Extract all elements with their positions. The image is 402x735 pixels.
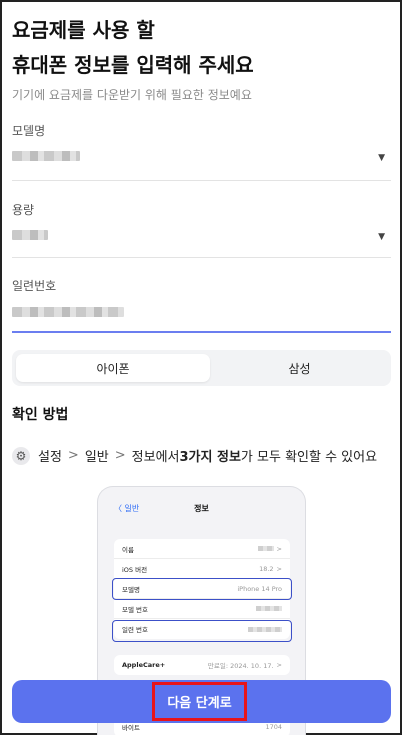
guide-step-info-pre: 정보에서 [131,450,180,465]
phone-row-label: 모델 번호 [122,605,148,614]
serial-label: 일련번호 [12,279,57,293]
model-label: 모델명 [12,124,46,138]
guide-instruction: ⚙ 설정 > 일반 > 정보에서 3가지 정보 가 모두 확인할 수 있어요 [12,446,377,465]
phone-row-model-number: 모델 번호 [114,599,290,619]
phone-row-value: 만료일: 2024. 10. 17. > [207,661,282,670]
phone-row-value: iPhone 14 Pro [237,584,282,593]
serial-value-redacted [12,307,124,317]
capacity-divider [12,257,391,258]
chevron-right-icon: > [67,448,79,463]
phone-row-value [256,606,282,611]
page-title-line1: 요금제를 사용 할 [12,18,155,42]
guide-step-general: 일반 [84,450,109,465]
phone-row-ios: iOS 버전 18.2 > [114,559,290,579]
phone-row-label: iOS 버전 [122,565,148,574]
phone-row-value: 1704 [265,723,282,731]
guide-step-info-bold: 3가지 정보 [179,450,241,465]
phone-row-applecare: AppleCare+ 만료일: 2024. 10. 17. > [114,655,290,675]
guide-step-info-post: 가 모두 확인할 수 있어요 [240,450,378,465]
capacity-value-redacted [12,230,48,240]
model-divider [12,180,391,181]
next-step-button-label[interactable]: 다음 단계로 [152,682,247,721]
model-caret-icon: ▼ [378,153,385,163]
guide-step-settings: 설정 [38,450,62,465]
device-type-segment: 아이폰 삼성 [12,350,391,386]
phone-row-label: 바이트 [122,724,140,732]
phone-row-name: 이름 > [114,539,290,559]
capacity-label: 용량 [12,203,35,217]
chevron-right-icon: > [114,448,126,463]
guide-title: 확인 방법 [12,407,69,423]
settings-gear-icon: ⚙ [12,446,30,465]
capacity-caret-icon: ▼ [378,232,385,242]
page-subtitle: 기기에 요금제를 다운받기 위해 필요한 정보예요 [12,88,252,102]
serial-underline [12,331,391,333]
serial-input[interactable] [12,298,391,326]
phone-row-label: 모델명 [122,585,140,594]
segment-samsung[interactable]: 삼성 [212,354,387,382]
phone-row-model-name: 모델명 iPhone 14 Pro [114,579,290,599]
phone-row-label: 이름 [122,545,134,554]
segment-iphone[interactable]: 아이폰 [16,354,210,382]
phone-info-card: 이름 > iOS 버전 18.2 > 모델명 iPhone 14 Pro 모델 번… [114,539,290,639]
phone-row-value [248,626,282,632]
phone-row-label: AppleCare+ [122,661,166,669]
model-select[interactable]: ▼ [12,144,391,172]
phone-applecare-card: AppleCare+ 만료일: 2024. 10. 17. > [114,655,290,675]
phone-back-link: 〈 일반 [114,504,140,513]
phone-row-value: 18.2 > [259,564,282,573]
capacity-select[interactable]: ▼ [12,223,391,251]
page-title-line2: 휴대폰 정보를 입력해 주세요 [12,53,254,77]
phone-row-label: 일련 번호 [122,626,148,634]
model-value-redacted [12,151,80,161]
phone-row-serial-number: 일련 번호 [114,619,290,639]
phone-row-value: > [257,545,282,553]
